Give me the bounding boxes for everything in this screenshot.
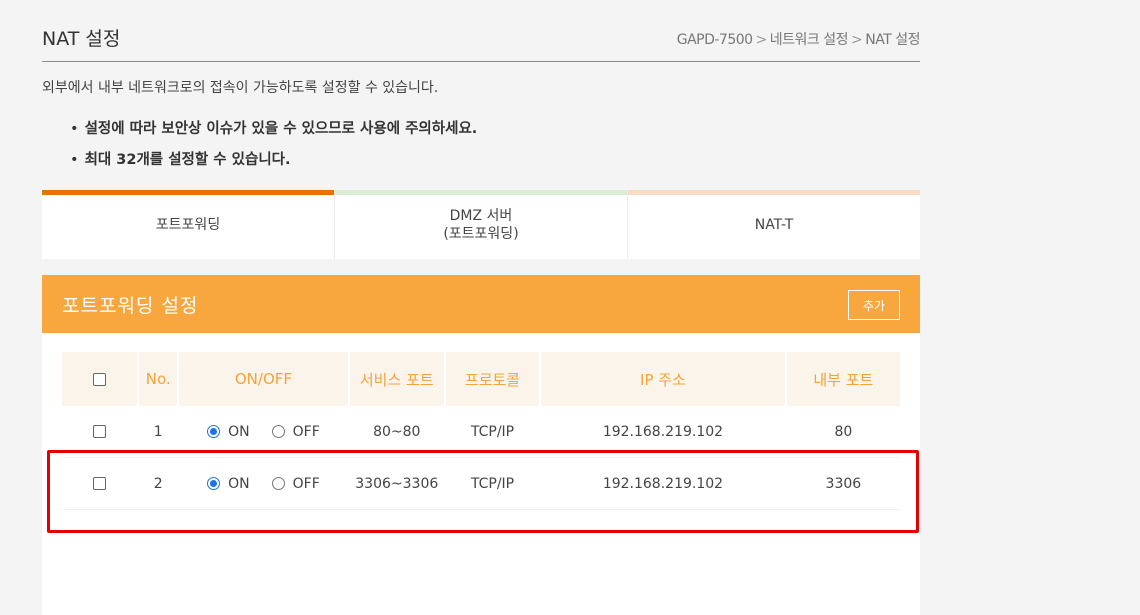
on-label: ON [228,423,250,440]
tab-indicator [628,190,920,195]
header-no: No. [139,352,178,406]
header-onoff: ON/OFF [179,352,348,406]
off-radio[interactable] [271,425,285,438]
page-header: NAT 설정 GAPD-7500 > 네트워크 설정 > NAT 설정 [42,0,920,62]
breadcrumb-item-network[interactable]: 네트워크 설정 [770,32,849,48]
breadcrumb-separator: > [755,32,768,48]
tab-dmz-server[interactable]: DMZ 서버 (포트포워딩) [335,190,628,259]
highlight-box [47,450,919,533]
note-item: • 최대 32개를 설정할 수 있습니다. [70,148,291,169]
header-protocol: 프로토콜 [445,352,540,406]
tab-label: NAT-T [754,216,794,233]
header-ip-address: IP 주소 [541,352,785,406]
port-forwarding-panel: 포트포워딩 설정 추가 No. ON/OFF 서비스 포트 프로토콜 IP 주소… [42,275,920,615]
page-title: NAT 설정 [42,28,121,50]
panel-title: 포트포워딩 설정 [62,295,199,317]
breadcrumb-item-device[interactable]: GAPD-7500 [677,32,753,48]
tab-indicator [42,190,334,195]
add-button[interactable]: 추가 [848,290,900,320]
breadcrumb: GAPD-7500 > 네트워크 설정 > NAT 설정 [677,29,921,49]
note-text: 설정에 따라 보안상 이슈가 있을 수 있으므로 사용에 주의하세요. [84,121,478,137]
tab-label: DMZ 서버 [449,207,513,224]
note-item: • 설정에 따라 보안상 이슈가 있을 수 있으므로 사용에 주의하세요. [70,117,477,138]
tab-port-forwarding[interactable]: 포트포워딩 [42,190,335,259]
bullet: • [70,121,79,137]
header-service-port: 서비스 포트 [349,352,444,406]
tab-nat-t[interactable]: NAT-T [628,190,920,259]
table-header: No. ON/OFF 서비스 포트 프로토콜 IP 주소 내부 포트 [62,352,900,406]
header-select-cell [62,352,138,406]
header-internal-port: 내부 포트 [786,352,900,406]
tab-label: 포트포워딩 [155,216,221,233]
on-option[interactable]: ON [207,424,250,440]
note-text: 최대 32개를 설정할 수 있습니다. [84,152,291,168]
select-all-checkbox[interactable] [93,372,107,386]
bullet: • [70,152,79,168]
on-radio[interactable] [207,425,221,438]
breadcrumb-separator: > [851,32,863,48]
panel-header: 포트포워딩 설정 추가 [42,275,920,333]
page-description: 외부에서 내부 네트워크로의 접속이 가능하도록 설정할 수 있습니다. [42,80,439,96]
off-label: OFF [292,423,320,440]
breadcrumb-item-nat: NAT 설정 [865,32,920,48]
row-checkbox[interactable] [93,425,107,438]
tab-sublabel: (포트포워딩) [443,225,519,242]
off-option[interactable]: OFF [271,423,320,440]
nat-tabs: 포트포워딩 DMZ 서버 (포트포워딩) NAT-T [42,190,920,259]
tab-indicator [335,190,627,195]
nat-settings-page: NAT 설정 GAPD-7500 > 네트워크 설정 > NAT 설정 외부에서 내부 … [42,0,920,615]
